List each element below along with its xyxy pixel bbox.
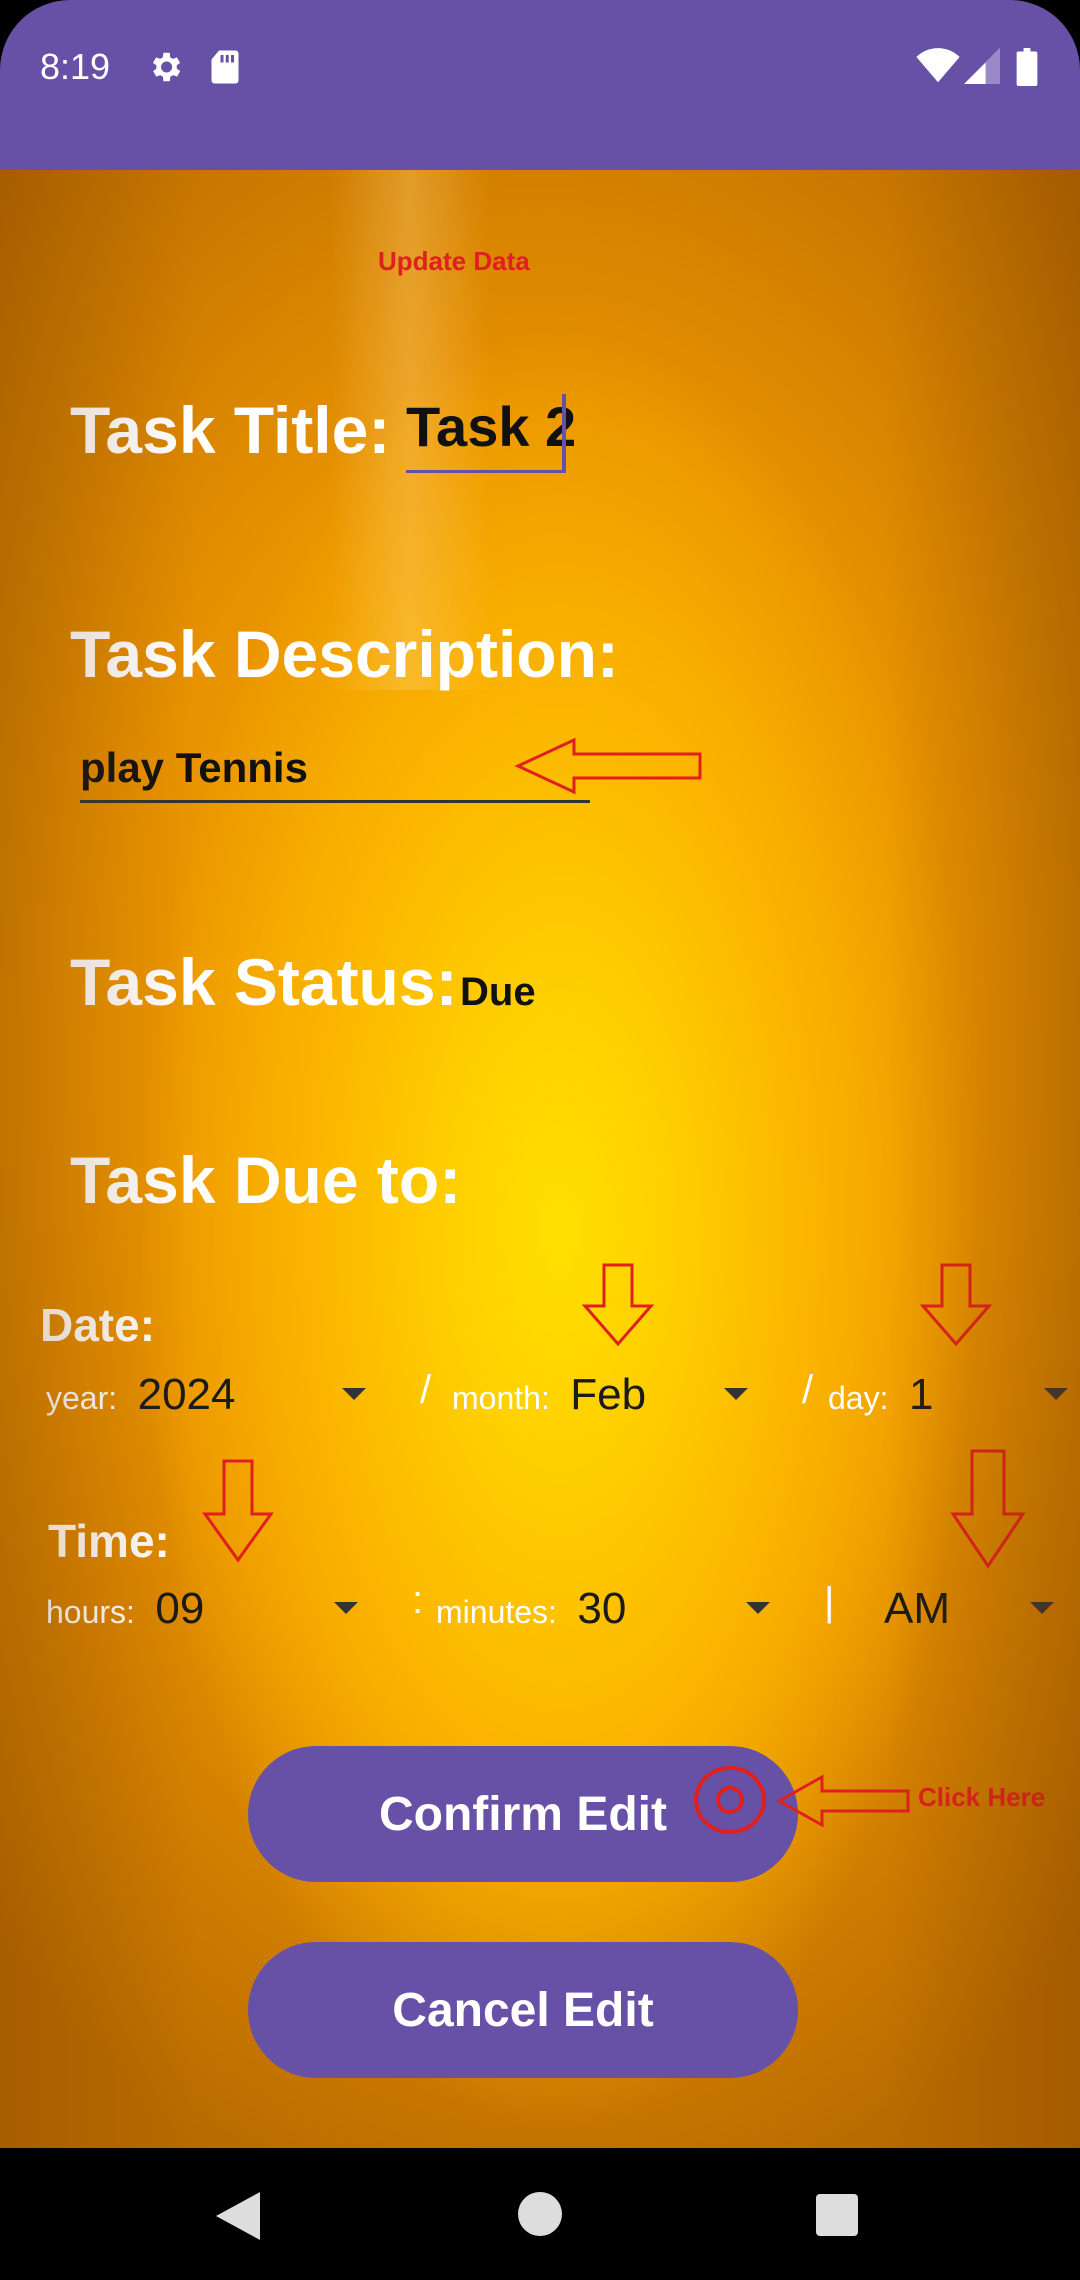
task-description-label: Task Description: — [70, 617, 619, 691]
minutes-value: 30 — [577, 1584, 627, 1633]
wifi-icon — [916, 48, 960, 83]
date-label: Date: — [40, 1299, 156, 1351]
task-title-underline — [406, 470, 566, 473]
ampm-value: AM — [884, 1584, 950, 1633]
battery-icon — [1016, 48, 1038, 86]
minutes-spinner[interactable]: minutes: 30 — [436, 1584, 626, 1634]
arrow-down-annotation-icon — [202, 1459, 274, 1563]
arrow-down-annotation-icon — [950, 1449, 1026, 1569]
hours-label: hours: — [46, 1594, 135, 1630]
arrow-left-annotation-icon — [514, 737, 702, 795]
time-separator: | — [824, 1580, 835, 1624]
navigation-bar — [0, 2148, 1080, 2280]
text-cursor — [562, 394, 566, 470]
year-dropdown-icon[interactable] — [342, 1388, 366, 1400]
app-screen: 8:19 Update Data Task Title: Task 2 Task… — [0, 0, 1080, 2280]
date-separator: / — [802, 1368, 814, 1412]
edit-task-form: Update Data Task Title: Task 2 Task Desc… — [0, 170, 1080, 2148]
task-status-value: Due — [460, 970, 536, 1014]
minutes-label: minutes: — [436, 1594, 557, 1630]
status-time: 8:19 — [40, 46, 111, 87]
update-data-title: Update Data — [378, 246, 530, 276]
year-spinner[interactable]: year: 2024 — [46, 1370, 235, 1420]
cancel-edit-button[interactable]: Cancel Edit — [248, 1942, 798, 2078]
year-value: 2024 — [137, 1370, 236, 1419]
arrow-left-annotation-icon — [776, 1774, 910, 1828]
hours-value: 09 — [155, 1584, 205, 1633]
day-dropdown-icon[interactable] — [1044, 1388, 1068, 1400]
task-description-underline — [80, 800, 590, 803]
time-separator: : — [412, 1578, 424, 1622]
arrow-down-annotation-icon — [920, 1263, 992, 1347]
ampm-spinner[interactable]: AM — [884, 1584, 950, 1634]
time-label: Time: — [48, 1515, 170, 1567]
task-due-label: Task Due to: — [70, 1143, 462, 1217]
month-value: Feb — [570, 1370, 647, 1419]
home-icon[interactable] — [518, 2192, 562, 2236]
day-value: 1 — [908, 1370, 934, 1419]
hours-dropdown-icon[interactable] — [334, 1602, 358, 1614]
month-label: month: — [452, 1380, 550, 1416]
date-separator: / — [420, 1368, 432, 1412]
task-description-input[interactable]: play Tennis — [80, 744, 308, 792]
back-icon[interactable] — [216, 2192, 260, 2240]
status-bar: 8:19 — [0, 0, 1080, 170]
day-label: day: — [828, 1380, 889, 1416]
minutes-dropdown-icon[interactable] — [746, 1602, 770, 1614]
hours-spinner[interactable]: hours: 09 — [46, 1584, 204, 1634]
year-label: year: — [46, 1380, 118, 1416]
sd-card-icon — [211, 50, 239, 84]
task-title-label: Task Title: — [70, 393, 391, 467]
month-dropdown-icon[interactable] — [724, 1388, 748, 1400]
task-title-input[interactable]: Task 2 — [406, 394, 576, 459]
recents-icon[interactable] — [816, 2194, 858, 2236]
click-here-annotation: Click Here — [918, 1782, 1046, 1812]
ampm-dropdown-icon[interactable] — [1030, 1602, 1054, 1614]
task-status-label: Task Status: — [70, 945, 458, 1019]
tap-target-annotation-icon — [694, 1766, 766, 1834]
month-spinner[interactable]: month: Feb — [452, 1370, 646, 1420]
day-spinner[interactable]: day: 1 — [828, 1370, 933, 1420]
cellular-signal-icon — [964, 48, 1000, 84]
settings-icon — [152, 52, 181, 82]
arrow-down-annotation-icon — [582, 1263, 654, 1347]
